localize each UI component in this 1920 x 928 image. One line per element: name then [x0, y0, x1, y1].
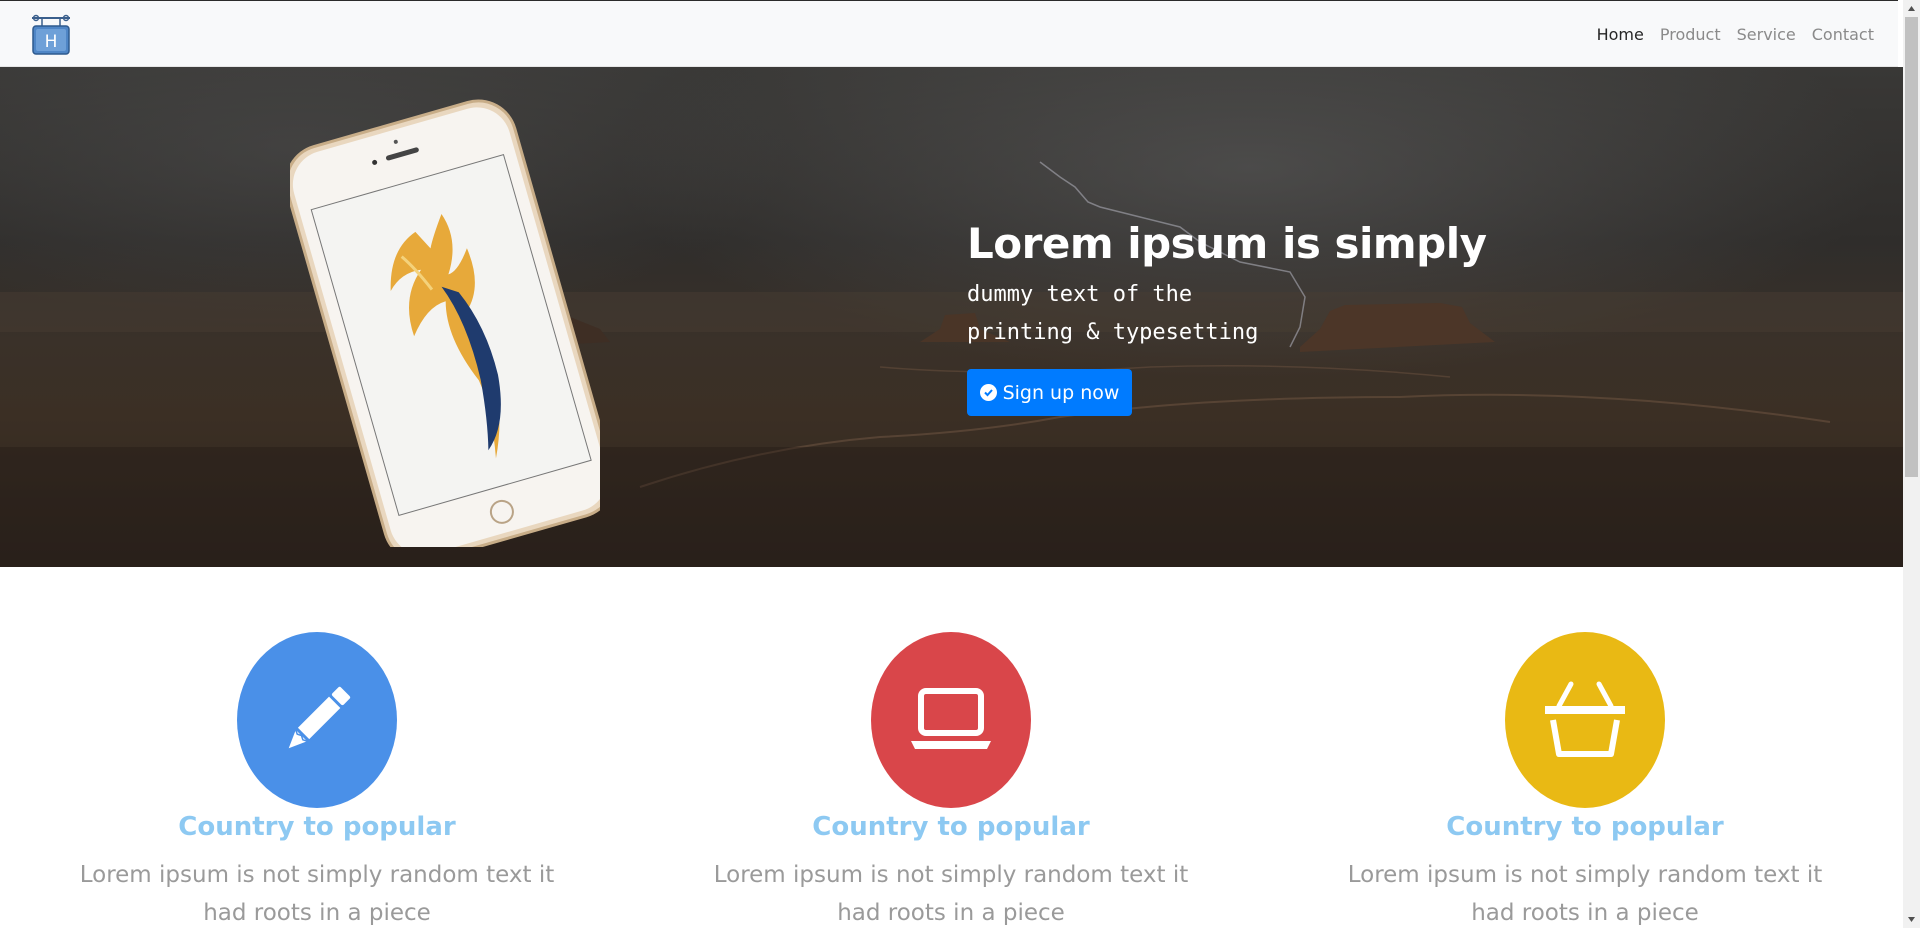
nav-contact-link[interactable]: Contact: [1812, 25, 1874, 44]
sign-up-button[interactable]: Sign up now: [967, 369, 1132, 416]
nav-home-link[interactable]: Home: [1597, 25, 1644, 44]
hero-subtitle-line2: printing & typesetting: [967, 320, 1259, 345]
check-circle-icon: [979, 384, 997, 401]
scroll-up-arrow-icon[interactable]: [1903, 0, 1920, 17]
sign-up-button-label: Sign up now: [1002, 381, 1120, 404]
nav-product-link[interactable]: Product: [1660, 25, 1721, 44]
vertical-scrollbar[interactable]: [1903, 0, 1920, 928]
hero-subtitle-line1: dummy text of the: [967, 282, 1193, 307]
feature-title: Country to popular: [812, 812, 1090, 842]
feature-card-1: Country to popular Lorem ipsum is not si…: [27, 632, 607, 928]
feature-description: Lorem ipsum is not simply random text it…: [1347, 862, 1823, 926]
nav-links: Home Product Service Contact: [1581, 1, 1874, 67]
smartphone-image: [290, 99, 600, 547]
feature-icon-circle: [871, 632, 1031, 808]
scrollbar-thumb[interactable]: [1905, 17, 1918, 477]
feature-title: Country to popular: [1446, 812, 1724, 842]
hero-title: Lorem ipsum is simply: [967, 219, 1487, 268]
logo-letter: H: [45, 32, 58, 52]
logo[interactable]: H: [30, 14, 72, 56]
hero-text: Lorem ipsum is simply dummy text of the …: [967, 219, 1487, 416]
desert-landscape-background: [0, 161, 1903, 567]
hero-banner: Lorem ipsum is simply dummy text of the …: [0, 67, 1903, 567]
basket-icon: [1545, 681, 1625, 757]
scroll-down-arrow-icon[interactable]: [1903, 911, 1920, 928]
navbar: H Home Product Service Contact: [0, 1, 1898, 67]
laptop-icon: [911, 688, 991, 749]
feature-icon-circle: [1505, 632, 1665, 808]
feature-description: Lorem ipsum is not simply random text it…: [79, 862, 555, 926]
nav-service-link[interactable]: Service: [1737, 25, 1796, 44]
feature-title: Country to popular: [178, 812, 456, 842]
feature-description: Lorem ipsum is not simply random text it…: [713, 862, 1189, 926]
feature-card-2: Country to popular Lorem ipsum is not si…: [661, 632, 1241, 928]
feature-card-3: Country to popular Lorem ipsum is not si…: [1295, 632, 1875, 928]
hanging-sign-logo-icon: H: [32, 14, 70, 55]
feature-icon-circle: [237, 632, 397, 808]
pencil-icon: [288, 686, 351, 749]
